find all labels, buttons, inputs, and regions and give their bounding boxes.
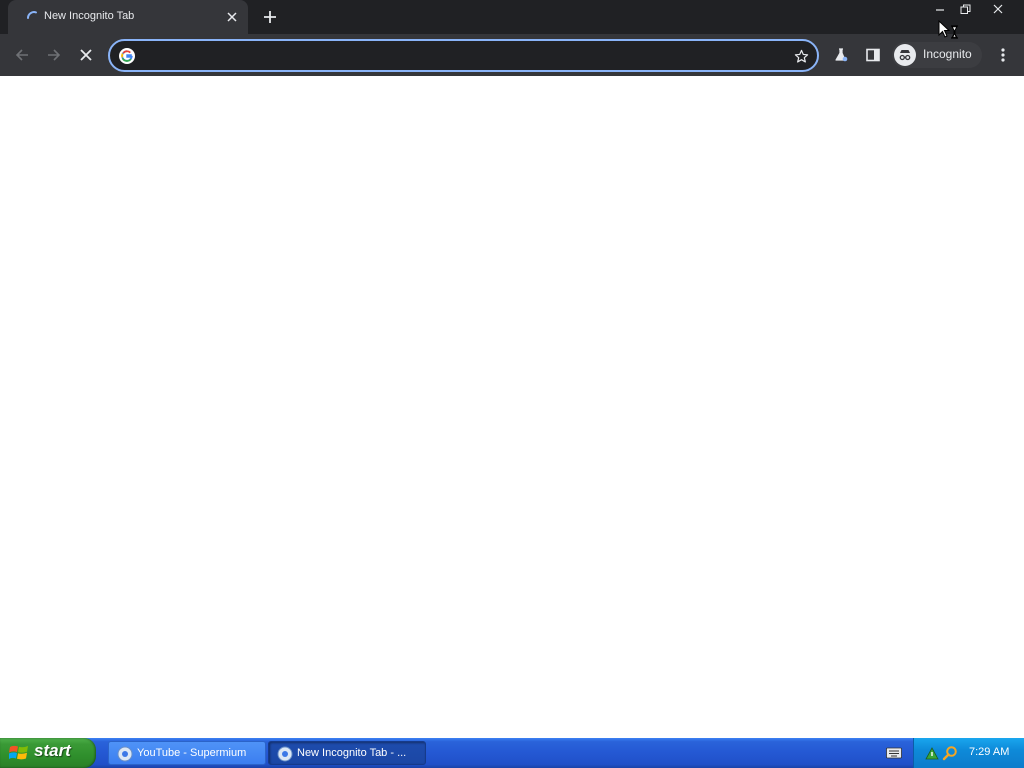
loading-spinner-icon: [27, 11, 37, 19]
labs-flask-icon: [835, 48, 848, 62]
star-icon: [794, 49, 808, 63]
supermium-browser-icon: [117, 746, 133, 762]
restore-icon: [960, 4, 970, 14]
taskbar-item-youtube-supermium[interactable]: YouTube - Supermium: [108, 741, 266, 765]
system-tray: 7:29 AM: [913, 738, 1024, 768]
google-icon: [119, 48, 135, 64]
taskbar-item-label: YouTube - Supermium: [137, 747, 247, 759]
browser-menu-button[interactable]: [991, 43, 1015, 67]
incognito-profile-button[interactable]: Incognito: [892, 42, 982, 68]
forward-button[interactable]: [42, 43, 66, 67]
search-icon[interactable]: [942, 745, 958, 761]
window-close-button[interactable]: [978, 0, 1018, 18]
plus-icon: [264, 11, 276, 23]
keyboard-icon[interactable]: [886, 746, 902, 760]
start-button[interactable]: start: [0, 738, 96, 768]
back-arrow-icon: [15, 49, 28, 61]
browser-titlebar: New Incognito Tab: [0, 0, 1024, 34]
new-tab-button[interactable]: [258, 6, 282, 28]
labs-button[interactable]: [829, 43, 853, 67]
stop-loading-icon: [80, 49, 92, 61]
network-icon[interactable]: [924, 745, 940, 761]
kebab-menu-icon: [1001, 48, 1005, 62]
window-minimize-button[interactable]: [928, 0, 952, 18]
close-icon: [227, 12, 237, 22]
taskbar-clock: 7:29 AM: [969, 746, 1010, 758]
window-restore-button[interactable]: [952, 0, 978, 18]
supermium-browser-icon: [277, 746, 293, 762]
stop-loading-button[interactable]: [74, 43, 98, 67]
avatar: [894, 44, 916, 66]
busy-cursor-icon: [938, 20, 958, 39]
browser-toolbar: Incognito: [0, 34, 1024, 76]
tab-new-incognito[interactable]: New Incognito Tab: [8, 0, 248, 34]
tab-title: New Incognito Tab: [44, 10, 135, 22]
tab-close-button[interactable]: [223, 8, 241, 26]
side-panel-icon: [866, 48, 880, 62]
bookmark-star-button[interactable]: [792, 47, 810, 65]
address-bar[interactable]: [108, 39, 819, 72]
windows-logo-icon: [9, 745, 28, 760]
minimize-icon: [936, 9, 944, 11]
back-button[interactable]: [10, 43, 34, 67]
taskbar: start YouTube - Supermium New Incognito …: [0, 738, 1024, 768]
page-content[interactable]: [0, 76, 1024, 738]
taskbar-item-label: New Incognito Tab - ...: [297, 747, 407, 759]
address-input[interactable]: [142, 45, 782, 67]
side-panel-button[interactable]: [861, 43, 885, 67]
forward-arrow-icon: [48, 49, 61, 61]
close-icon: [993, 4, 1003, 14]
incognito-label: Incognito: [923, 47, 972, 61]
incognito-icon: [899, 50, 911, 61]
taskbar-item-new-incognito-tab[interactable]: New Incognito Tab - ...: [268, 741, 426, 765]
start-label: start: [34, 741, 71, 760]
